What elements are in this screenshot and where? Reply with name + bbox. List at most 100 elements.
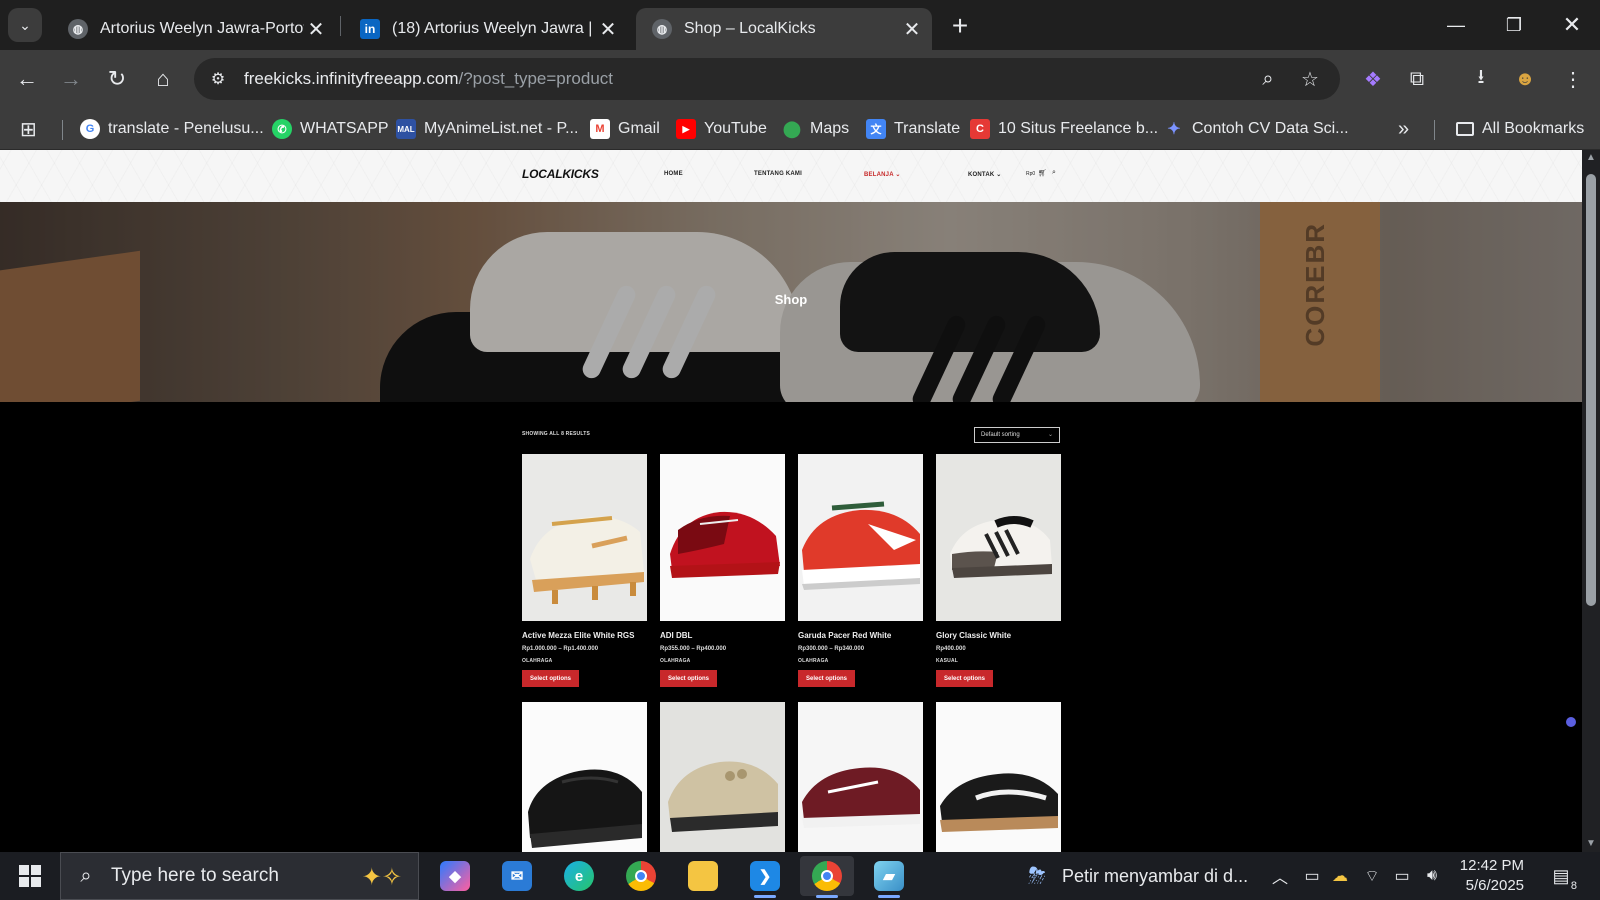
menu-kebab-icon[interactable]: ⋮ xyxy=(1556,62,1590,96)
page-scrollbar[interactable]: ▲ ▼ xyxy=(1582,150,1600,852)
nav-belanja[interactable]: BELANJA ⌄ xyxy=(864,171,901,178)
cart-amount[interactable]: Rp0 xyxy=(1026,171,1035,177)
home-button[interactable]: ⌂ xyxy=(146,62,180,96)
taskbar-edge[interactable]: e xyxy=(552,856,606,896)
product-image[interactable] xyxy=(936,702,1061,852)
taskbar-vscode[interactable]: ❯ xyxy=(738,856,792,898)
address-bar[interactable]: ⚙ freekicks.infinityfreeapp.com/?post_ty… xyxy=(194,58,1340,100)
product-image[interactable] xyxy=(936,454,1061,621)
product-image[interactable] xyxy=(798,702,923,852)
wifi-icon[interactable]: ⌔ xyxy=(1360,864,1384,888)
tab-portfolio[interactable]: ◍ Artorius Weelyn Jawra-Portofoli ✕ xyxy=(52,8,336,50)
bookmark-myanimelist[interactable]: MAL MyAnimeList.net - P... xyxy=(396,116,578,142)
bookmark-freelance[interactable]: C 10 Situs Freelance b... xyxy=(970,116,1158,142)
taskbar-mail[interactable]: ✉ xyxy=(490,856,544,896)
product-image[interactable] xyxy=(660,454,785,621)
profile-avatar[interactable]: ☻ xyxy=(1508,62,1542,96)
restore-button[interactable]: ❐ xyxy=(1486,0,1542,50)
tab-shop[interactable]: ◍ Shop – LocalKicks ✕ xyxy=(636,8,932,50)
meet-now-icon[interactable]: ▭ xyxy=(1300,864,1324,888)
nav-kontak[interactable]: KONTAK ⌄ xyxy=(968,171,1002,178)
more-bookmarks-button[interactable]: » xyxy=(1398,116,1409,142)
nav-home[interactable]: HOME xyxy=(664,171,683,177)
select-options-button[interactable]: Select options xyxy=(522,670,579,687)
product-card[interactable] xyxy=(798,702,923,852)
window-close-button[interactable]: ✕ xyxy=(1544,0,1600,50)
product-card[interactable] xyxy=(936,702,1061,852)
site-info-icon[interactable]: ⚙ xyxy=(206,67,230,91)
tab-linkedin[interactable]: in (18) Artorius Weelyn Jawra | Lin ✕ xyxy=(344,8,628,50)
forward-button[interactable]: → xyxy=(54,62,88,96)
taskbar-app-sync[interactable]: ▰ xyxy=(862,856,916,898)
scroll-up-arrow[interactable]: ▲ xyxy=(1585,152,1597,164)
product-image[interactable] xyxy=(798,454,923,621)
reload-button[interactable]: ↻ xyxy=(100,62,134,96)
product-category[interactable]: OLAHRAGA xyxy=(522,658,647,664)
taskbar-chrome-profile[interactable] xyxy=(800,856,854,898)
sorting-select[interactable]: Default sorting ⌄ xyxy=(974,427,1060,443)
search-icon[interactable]: ⌕ xyxy=(1052,169,1056,177)
download-icon[interactable]: ⭳ xyxy=(1464,62,1498,96)
bookmark-cv[interactable]: ✦ Contoh CV Data Sci... xyxy=(1164,116,1348,142)
bookmark-whatsapp[interactable]: ✆ WHATSAPP xyxy=(272,116,389,142)
notification-center-button[interactable]: ▤ 8 xyxy=(1546,862,1578,892)
copilot-icon[interactable]: ❖ xyxy=(1356,62,1390,96)
product-name[interactable]: Active Mezza Elite White RGS xyxy=(522,631,647,640)
bookmark-translate-search[interactable]: G translate - Penelusu... xyxy=(80,116,264,142)
close-icon[interactable]: ✕ xyxy=(900,17,924,41)
browser-toolbar: ← → ↻ ⌂ ⚙ freekicks.infinityfreeapp.com/… xyxy=(0,50,1600,108)
bookmark-star-icon[interactable]: ☆ xyxy=(1298,67,1322,91)
select-options-button[interactable]: Select options xyxy=(936,670,993,687)
taskbar-file-explorer[interactable] xyxy=(676,856,730,896)
product-name[interactable]: Garuda Pacer Red White xyxy=(798,631,923,640)
floating-widget-dot[interactable] xyxy=(1566,717,1576,727)
taskbar-clock[interactable]: 12:42 PM 5/6/2025 xyxy=(1458,856,1524,896)
back-button[interactable]: ← xyxy=(10,62,44,96)
product-category[interactable]: KASUAL xyxy=(936,658,1061,664)
product-name[interactable]: ADI DBL xyxy=(660,631,785,640)
taskbar-chrome[interactable] xyxy=(614,856,668,896)
scrollbar-thumb[interactable] xyxy=(1586,174,1596,606)
tray-expand-icon[interactable]: ︿ xyxy=(1268,864,1292,888)
product-name[interactable]: Glory Classic White xyxy=(936,631,1061,640)
onedrive-warning-icon[interactable]: ☁ xyxy=(1328,864,1352,888)
product-image[interactable] xyxy=(522,702,647,852)
product-card[interactable] xyxy=(522,702,647,852)
all-bookmarks-button[interactable]: All Bookmarks xyxy=(1456,116,1584,142)
product-card[interactable]: Garuda Pacer Red White Rp300.000 – Rp340… xyxy=(798,454,923,687)
bookmark-gmail[interactable]: M Gmail xyxy=(590,116,660,142)
battery-icon[interactable]: ▭ xyxy=(1390,864,1414,888)
scroll-down-arrow[interactable]: ▼ xyxy=(1585,838,1597,850)
taskbar-weather[interactable]: ⛈ Petir menyambar di d... xyxy=(1022,860,1248,892)
product-card[interactable] xyxy=(660,702,785,852)
zoom-icon[interactable]: ⌕ xyxy=(1256,67,1280,91)
select-options-button[interactable]: Select options xyxy=(798,670,855,687)
product-card[interactable]: ADI DBL Rp355.000 – Rp400.000 OLAHRAGA S… xyxy=(660,454,785,687)
product-category[interactable]: OLAHRAGA xyxy=(798,658,923,664)
url-text[interactable]: freekicks.infinityfreeapp.com/?post_type… xyxy=(244,69,613,89)
extensions-icon[interactable]: ⧉ xyxy=(1400,62,1434,96)
minimize-button[interactable]: — xyxy=(1428,0,1484,50)
select-options-button[interactable]: Select options xyxy=(660,670,717,687)
nav-tentang-kami[interactable]: TENTANG KAMI xyxy=(754,171,802,177)
start-button[interactable] xyxy=(10,860,50,892)
taskbar-search[interactable]: ⌕ Type here to search ✦✧ xyxy=(60,852,419,900)
close-icon[interactable]: ✕ xyxy=(596,17,620,41)
new-tab-button[interactable]: + xyxy=(944,10,976,42)
volume-icon[interactable]: 🔊︎ xyxy=(1420,864,1444,888)
close-icon[interactable]: ✕ xyxy=(304,17,328,41)
taskbar-copilot[interactable]: ◆ xyxy=(428,856,482,896)
bookmark-youtube[interactable]: ▶ YouTube xyxy=(676,116,767,142)
product-card[interactable]: Glory Classic White Rp400.000 KASUAL Sel… xyxy=(936,454,1061,687)
product-card[interactable]: Active Mezza Elite White RGS Rp1.000.000… xyxy=(522,454,647,687)
site-logo[interactable]: LOCALKICKS xyxy=(522,167,599,181)
bookmark-translate[interactable]: 文 Translate xyxy=(866,116,960,142)
cart-icon[interactable]: 🛒︎ xyxy=(1038,169,1047,177)
product-image[interactable] xyxy=(522,454,647,621)
product-category[interactable]: OLAHRAGA xyxy=(660,658,785,664)
apps-grid-icon[interactable]: ⊞ xyxy=(20,116,37,142)
tab-search-button[interactable]: ⌄ xyxy=(8,8,42,42)
tab-strip: ⌄ ◍ Artorius Weelyn Jawra-Portofoli ✕ in… xyxy=(0,0,1600,50)
product-image[interactable] xyxy=(660,702,785,852)
bookmark-maps[interactable]: ⬤ Maps xyxy=(782,116,849,142)
